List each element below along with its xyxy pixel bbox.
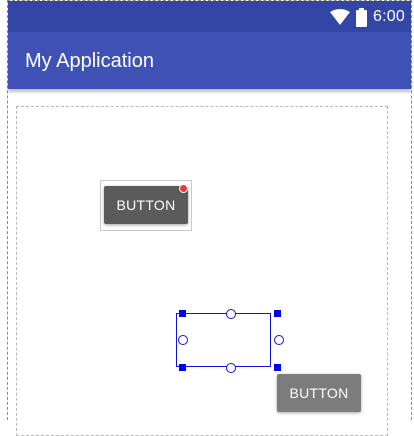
app-title: My Application [25, 50, 154, 72]
button-2[interactable]: BUTTON [277, 374, 361, 412]
status-icons: 6:00 [330, 7, 405, 27]
anchor-handle-right[interactable] [274, 335, 284, 345]
app-bar: My Application [8, 32, 411, 89]
anchor-handle-left[interactable] [178, 335, 188, 345]
anchor-handle-bottom[interactable] [226, 363, 236, 373]
error-badge-icon[interactable] [179, 184, 188, 193]
selected-widget-outline[interactable] [176, 313, 271, 367]
wifi-icon [330, 8, 351, 26]
resize-handle-bottom-left[interactable] [179, 364, 186, 371]
button-1[interactable]: BUTTON [104, 186, 188, 224]
status-bar: 6:00 [8, 1, 411, 32]
resize-handle-top-right[interactable] [274, 310, 281, 317]
button-1-label: BUTTON [116, 197, 176, 213]
status-time: 6:00 [373, 8, 405, 25]
resize-handle-bottom-right[interactable] [274, 364, 281, 371]
battery-icon [356, 7, 368, 27]
resize-handle-top-left[interactable] [179, 310, 186, 317]
button-2-label: BUTTON [289, 385, 349, 401]
anchor-handle-top[interactable] [226, 309, 236, 319]
